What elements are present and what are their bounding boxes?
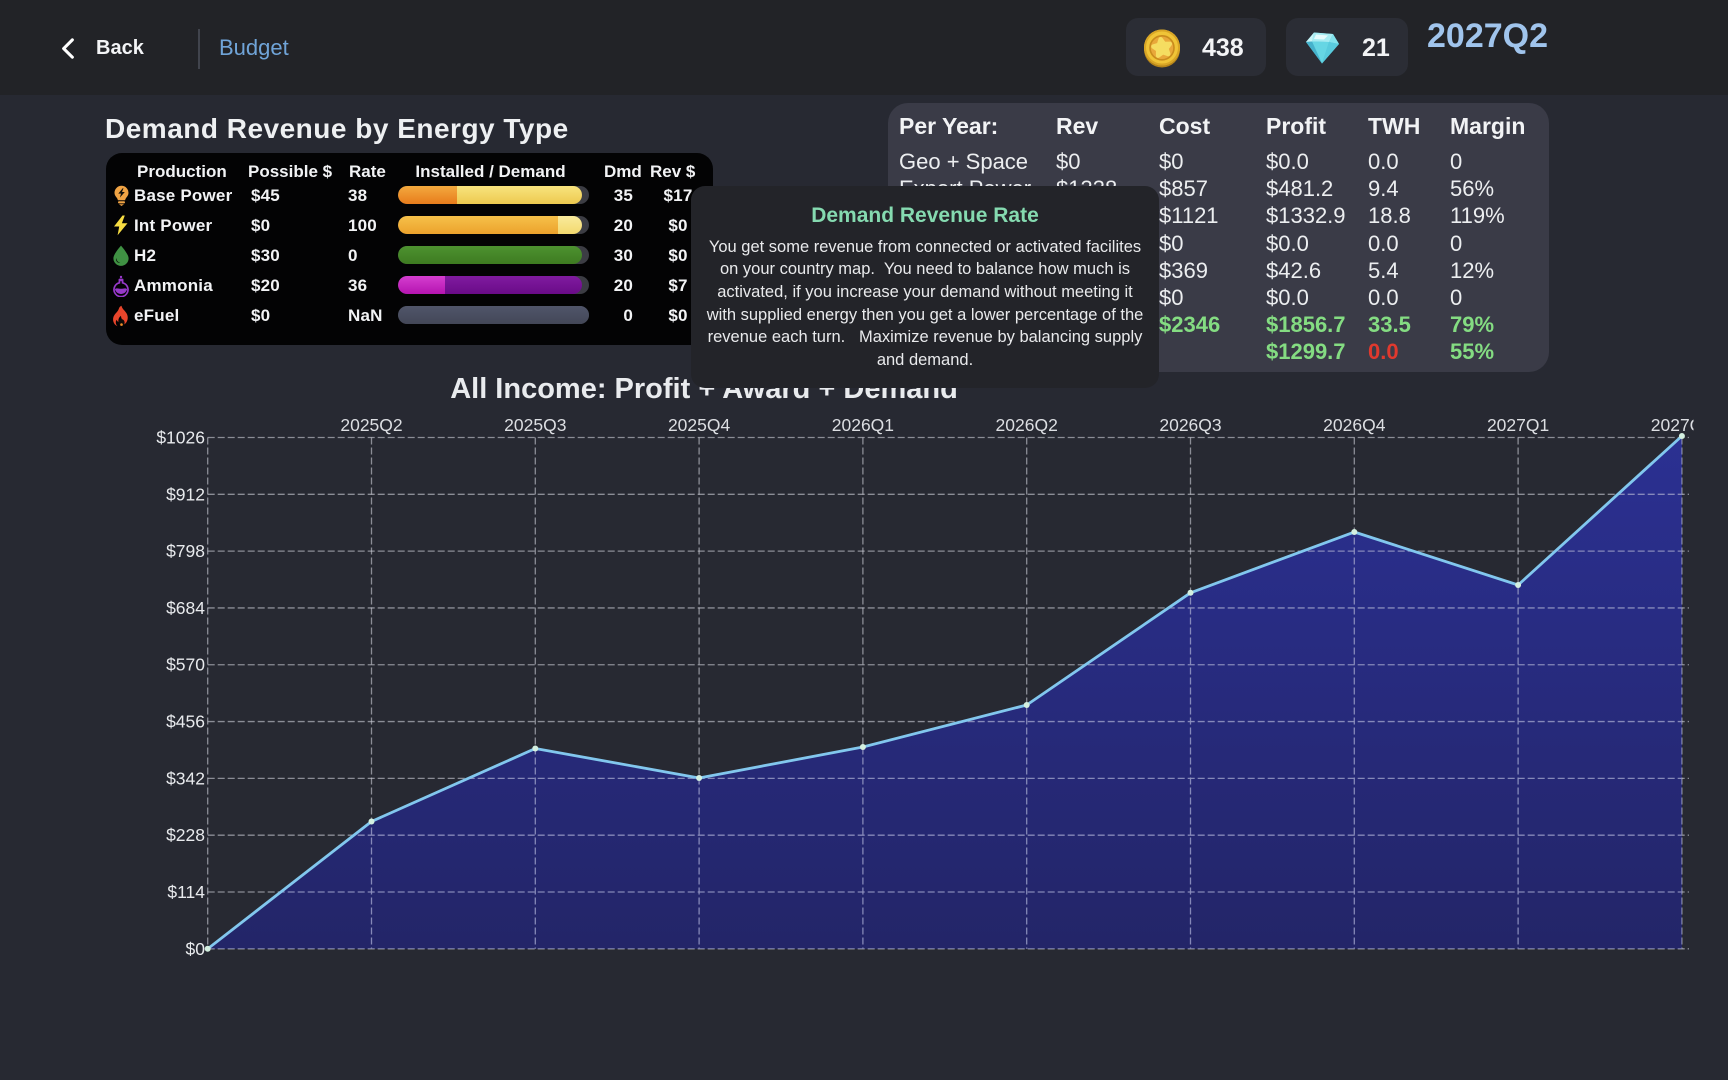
svg-text:$1026: $1026 — [156, 428, 205, 448]
svg-text:2026Q4: 2026Q4 — [1323, 415, 1386, 435]
svg-text:2026Q3: 2026Q3 — [1159, 415, 1221, 435]
svg-text:2025Q3: 2025Q3 — [504, 415, 566, 435]
svg-text:2026Q1: 2026Q1 — [832, 415, 894, 435]
svg-text:2025Q2: 2025Q2 — [340, 415, 402, 435]
svg-text:$114: $114 — [167, 882, 205, 902]
svg-text:$456: $456 — [166, 712, 205, 732]
svg-text:2027Q1: 2027Q1 — [1487, 415, 1549, 435]
svg-text:2026Q2: 2026Q2 — [996, 415, 1058, 435]
svg-text:$228: $228 — [166, 825, 205, 845]
svg-text:$570: $570 — [166, 655, 205, 675]
svg-text:$0: $0 — [186, 939, 206, 959]
svg-text:$342: $342 — [166, 768, 205, 788]
svg-text:$798: $798 — [166, 541, 205, 561]
svg-text:2025Q4: 2025Q4 — [668, 415, 731, 435]
svg-text:2027Q2: 2027Q2 — [1651, 415, 1713, 435]
svg-text:$912: $912 — [166, 484, 205, 504]
svg-text:$684: $684 — [166, 598, 205, 618]
